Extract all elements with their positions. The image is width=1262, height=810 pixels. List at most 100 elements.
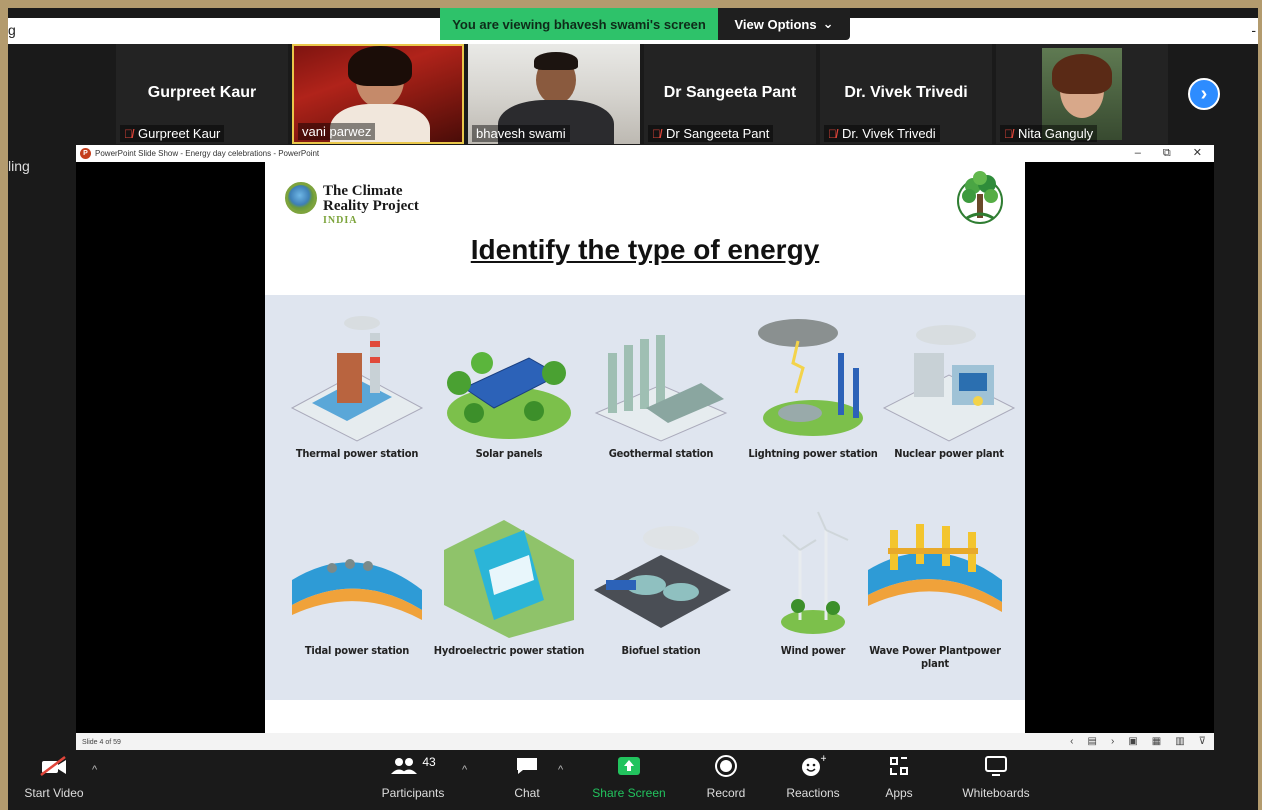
participant-label-text: Dr Sangeeta Pant [666,126,770,141]
participant-label-text: bhavesh swami [476,126,566,141]
close-icon[interactable]: ✕ [1193,145,1202,162]
logo-line-2: Reality Project [323,198,419,214]
logo-line-1: The Climate [323,183,403,199]
logo-india: INDIA [323,215,358,226]
gallery-next-button[interactable]: › [1188,78,1220,110]
slide-menu-icon[interactable]: ▤ [1088,733,1097,751]
video-options-caret[interactable]: ^ [92,764,97,776]
slideshow-view-icon[interactable]: ⊽ [1199,733,1206,751]
participant-name: Dr. Vivek Trivedi [844,84,968,101]
chat-button[interactable]: Chat [502,750,552,810]
view-options-label: View Options [734,16,817,32]
energy-item-wave: Wave Power Plantpower plant [855,510,1015,670]
slide-title: Identify the type of energy [470,234,820,265]
reading-view-icon[interactable]: ▥ [1175,733,1184,751]
energy-caption: Hydroelectric power station [433,644,585,657]
meeting-toolbar: Start Video ^ 43 Participants ^ Chat ^ S… [8,750,1258,810]
participant-tile-sangeeta-pant[interactable]: Dr Sangeeta Pant 🎙̸ Dr Sangeeta Pant [644,44,816,144]
reactions-label: Reactions [786,786,840,800]
ppt-titlebar: P PowerPoint Slide Show - Energy day cel… [76,145,1214,162]
screen-share-banner: You are viewing bhavesh swami's screen V… [440,8,850,40]
participant-label-text: Nita Ganguly [1018,126,1094,141]
globe-logo-icon [285,182,317,214]
restore-icon[interactable]: ⧉ [1163,145,1171,162]
side-fragment-text: ling [8,158,30,174]
chat-options-caret[interactable]: ^ [558,764,563,776]
participants-icon [391,758,418,774]
whiteboard-icon [985,756,1007,776]
energy-item-biofuel: Biofuel station [585,510,737,657]
energy-item-hydro: Hydroelectric power station [433,510,585,657]
share-screen-label: Share Screen [592,786,666,800]
participant-name: Dr Sangeeta Pant [663,84,797,101]
participant-label-text: vani parwez [302,124,372,139]
reactions-button[interactable]: + Reactions [778,750,848,810]
energy-caption: Nuclear power plant [894,447,1004,460]
prev-slide-icon[interactable]: ‹ [1070,733,1073,751]
participant-label: 🎙̸ Nita Ganguly [1000,125,1098,142]
shared-powerpoint-window: P PowerPoint Slide Show - Energy day cel… [76,145,1214,751]
energy-caption: Thermal power station [295,447,419,460]
participant-tile-nita-ganguly[interactable]: 🎙̸ Nita Ganguly [996,44,1168,144]
participant-tile-gurpreet-kaur[interactable]: Gurpreet Kaur 🎙̸ Gurpreet Kaur [116,44,288,144]
participant-label: 🎙̸ Dr Sangeeta Pant [648,125,774,142]
participant-label-text: Gurpreet Kaur [138,126,221,141]
energy-caption: Wave Power Plantpower plant [869,644,1001,670]
mic-muted-icon: 🎙̸ [1004,126,1013,141]
participants-button[interactable]: 43 Participants [368,750,458,810]
thermal-plant-illustration [290,316,424,442]
view-options-button[interactable]: View Options ⌄ [718,8,850,40]
chevron-right-icon: › [1200,82,1208,105]
participant-tile-bhavesh-swami[interactable]: bhavesh swami [468,44,640,144]
participant-label: 🎙̸ Dr. Vivek Trivedi [824,125,940,142]
energy-caption: Solar panels [475,447,543,460]
record-icon [715,755,737,777]
biofuel-plant-illustration [594,526,731,628]
mic-muted-icon: 🎙̸ [124,126,133,141]
minimize-icon[interactable]: – [1135,145,1141,162]
energy-caption: Biofuel station [621,644,701,657]
apps-icon [890,757,908,775]
presentation-slide: The Climate Reality Project INDIA Identi… [265,162,1025,733]
energy-item-nuclear: Nuclear power plant [873,313,1025,460]
share-screen-icon [618,757,640,775]
titlebar-right-text: - [1251,22,1256,38]
tidal-plant-illustration [292,559,422,620]
record-button[interactable]: Record [698,750,754,810]
svg-text:+: + [820,754,826,764]
participant-gallery-strip: Gurpreet Kaur 🎙̸ Gurpreet Kaur vani parw… [8,44,1258,144]
energy-caption: Lightning power station [748,447,878,460]
chat-icon [517,758,537,774]
participants-label: Participants [381,786,445,800]
normal-view-icon[interactable]: ▣ [1128,733,1137,751]
participant-tile-vani-parwez[interactable]: vani parwez [292,44,464,144]
energy-caption: Tidal power station [304,644,410,657]
viewing-screen-text: You are viewing bhavesh swami's screen [440,8,718,40]
zoom-meeting-window: g - You are viewing bhavesh swami's scre… [8,8,1258,810]
participants-options-caret[interactable]: ^ [462,764,467,776]
energy-grid: Thermal power station Solar panels Geoth… [265,295,1025,700]
start-video-button[interactable]: Start Video [14,750,94,810]
energy-item-tidal: Tidal power station [281,510,433,657]
apps-button[interactable]: Apps [874,750,924,810]
nuclear-plant-illustration [882,325,1016,442]
mic-muted-icon: 🎙̸ [652,126,661,141]
participant-tile-vivek-trivedi[interactable]: Dr. Vivek Trivedi 🎙̸ Dr. Vivek Trivedi [820,44,992,144]
participant-label-text: Dr. Vivek Trivedi [842,126,936,141]
whiteboards-button[interactable]: Whiteboards [954,750,1038,810]
reactions-icon: + [802,754,826,776]
participant-name: Gurpreet Kaur [147,84,257,101]
participant-label: 🎙̸ Gurpreet Kaur [120,125,225,142]
wave-power-illustration [868,524,1002,612]
next-slide-icon[interactable]: › [1111,733,1114,751]
energy-item-geothermal: Geothermal station [585,313,737,460]
participant-label: vani parwez [298,123,376,140]
logo-text: The Climate Reality Project INDIA [323,184,463,228]
energy-item-solar: Solar panels [433,313,585,460]
participant-video-hair [534,52,578,70]
hydroelectric-illustration [444,520,574,638]
geothermal-illustration [594,335,728,442]
share-screen-button[interactable]: Share Screen [584,750,674,810]
whiteboards-label: Whiteboards [962,786,1030,800]
slide-sorter-icon[interactable]: ▦ [1152,733,1161,751]
